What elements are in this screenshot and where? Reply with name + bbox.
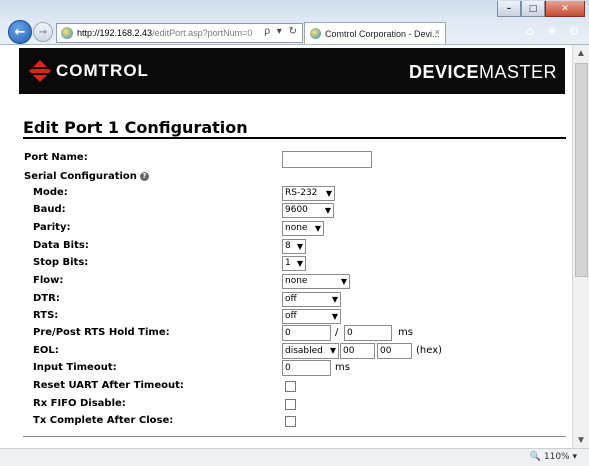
mode-label: Mode:	[33, 187, 68, 198]
mode-select[interactable]: RS-232 ▼	[282, 186, 335, 201]
serial-config-label: Serial Configuration	[24, 171, 137, 182]
parity-select[interactable]: none ▼	[282, 221, 324, 236]
forward-arrow-icon[interactable]: →	[33, 22, 53, 42]
input-timeout-row: Input Timeout: 0 ms	[0, 360, 572, 377]
rts-select[interactable]: off ▼	[282, 309, 341, 324]
minimize-button[interactable]: –	[497, 1, 521, 17]
close-window-button[interactable]: ✕	[545, 1, 585, 17]
dtr-select[interactable]: off ▼	[282, 292, 341, 307]
status-bar: 🔍 110% ▾	[0, 448, 589, 466]
chevron-down-icon: ▼	[340, 277, 347, 286]
eol-hex-unit: (hex)	[416, 345, 443, 356]
chevron-down-icon: ▼	[296, 242, 303, 251]
baud-row: Baud: 9600 ▼	[0, 203, 572, 220]
chevron-down-icon: ▼	[296, 259, 303, 268]
dtr-label: DTR:	[33, 293, 60, 304]
tab-close-icon[interactable]: ×	[435, 27, 440, 37]
form-divider	[23, 436, 566, 437]
maximize-button[interactable]: □	[521, 1, 545, 17]
reset-uart-checkbox[interactable]	[285, 381, 296, 392]
ie-page-icon	[61, 27, 73, 39]
input-timeout-label: Input Timeout:	[33, 362, 117, 373]
data-bits-label: Data Bits:	[33, 240, 89, 251]
scroll-down-icon[interactable]: ▼	[573, 432, 589, 448]
stop-bits-label: Stop Bits:	[33, 257, 89, 268]
help-icon[interactable]: ?	[139, 172, 149, 181]
product-name: DEVICEMASTER	[408, 62, 557, 82]
toolbar-icons: ⌂ ★ ⚙	[523, 24, 581, 38]
gear-icon[interactable]: ⚙	[567, 24, 581, 38]
tx-complete-row: Tx Complete After Close:	[0, 414, 572, 431]
rts-pre-hold-input[interactable]: 0	[282, 325, 331, 341]
eol-byte2-input[interactable]: 00	[377, 343, 412, 359]
address-url: http://192.168.2.43/editPort.asp?portNum…	[77, 28, 253, 38]
header-banner: Comtrol DEVICEMASTER	[19, 48, 565, 94]
parity-row: Parity: none ▼	[0, 221, 572, 238]
chevron-down-icon: ▼	[325, 189, 332, 198]
browser-toolbar: – □ ✕ ← → http://192.168.2.43/editPort.a…	[0, 0, 589, 45]
rts-hold-label: Pre/Post RTS Hold Time:	[33, 327, 170, 338]
input-timeout-input[interactable]: 0	[282, 360, 331, 376]
zoom-icon: 🔍	[529, 452, 541, 462]
title-divider	[23, 137, 566, 139]
page-viewport: Comtrol DEVICEMASTER Edit Port 1 Configu…	[0, 45, 572, 448]
back-arrow-icon[interactable]: ←	[8, 20, 32, 44]
scrollbar-thumb[interactable]	[575, 63, 588, 277]
vertical-scrollbar[interactable]: ▲ ▼	[572, 45, 589, 448]
input-timeout-unit: ms	[335, 362, 350, 373]
parity-label: Parity:	[33, 222, 71, 233]
chevron-down-icon: ▼	[331, 295, 338, 304]
window-controls: – □ ✕	[497, 1, 585, 17]
rx-fifo-label: Rx FIFO Disable:	[33, 398, 126, 409]
chevron-down-icon: ▼	[314, 224, 321, 233]
comtrol-logo-text: Comtrol	[56, 61, 149, 80]
home-icon[interactable]: ⌂	[523, 24, 537, 38]
reset-uart-row: Reset UART After Timeout:	[0, 379, 572, 396]
data-bits-select[interactable]: 8 ▼	[282, 239, 306, 254]
eol-byte1-input[interactable]: 00	[340, 343, 375, 359]
eol-label: EOL:	[33, 345, 59, 356]
ie-page-icon	[310, 28, 321, 39]
chevron-down-icon: ▼	[324, 206, 331, 215]
flow-label: Flow:	[33, 275, 64, 286]
address-bar[interactable]: http://192.168.2.43/editPort.asp?portNum…	[56, 23, 303, 43]
zoom-level[interactable]: 🔍 110% ▾	[530, 452, 577, 462]
star-icon[interactable]: ★	[545, 24, 559, 38]
reset-uart-label: Reset UART After Timeout:	[33, 380, 184, 391]
mode-row: Mode: RS-232 ▼	[0, 186, 572, 203]
page-title: Edit Port 1 Configuration	[23, 118, 248, 137]
serial-config-heading: Serial Configuration?	[0, 170, 572, 187]
rts-label: RTS:	[33, 310, 59, 321]
chevron-down-icon: ▼	[331, 312, 338, 321]
comtrol-logo-mark-icon	[29, 60, 51, 82]
comtrol-logo: Comtrol	[29, 60, 149, 82]
chevron-down-icon: ▼	[329, 346, 336, 355]
rts-row: RTS: off ▼	[0, 309, 572, 326]
tx-complete-label: Tx Complete After Close:	[33, 415, 174, 426]
rx-fifo-row: Rx FIFO Disable:	[0, 397, 572, 414]
tx-complete-checkbox[interactable]	[285, 416, 296, 427]
rts-post-hold-input[interactable]: 0	[344, 325, 392, 341]
rts-hold-separator: /	[335, 327, 339, 338]
rts-hold-unit: ms	[398, 327, 413, 338]
dtr-row: DTR: off ▼	[0, 292, 572, 309]
stop-bits-select[interactable]: 1 ▼	[282, 256, 306, 271]
eol-row: EOL: disabled ▼ 00 00 (hex)	[0, 343, 572, 360]
address-tools[interactable]: ρ ▾ ↻	[264, 26, 299, 37]
port-name-label: Port Name:	[24, 152, 88, 163]
scroll-up-icon[interactable]: ▲	[573, 45, 589, 61]
data-bits-row: Data Bits: 8 ▼	[0, 239, 572, 256]
flow-select[interactable]: none ▼	[282, 274, 350, 289]
baud-label: Baud:	[33, 204, 66, 215]
rx-fifo-checkbox[interactable]	[285, 399, 296, 410]
eol-mode-select[interactable]: disabled ▼	[282, 343, 339, 359]
tab-title: Comtrol Corporation - Devi...	[325, 28, 440, 39]
stop-bits-row: Stop Bits: 1 ▼	[0, 256, 572, 273]
flow-row: Flow: none ▼	[0, 274, 572, 291]
rts-hold-row: Pre/Post RTS Hold Time: 0 / 0 ms	[0, 325, 572, 342]
port-name-input[interactable]	[282, 151, 372, 168]
port-name-row: Port Name:	[0, 151, 572, 168]
browser-tab[interactable]: Comtrol Corporation - Devi... ×	[304, 22, 446, 44]
baud-select[interactable]: 9600 ▼	[282, 203, 334, 218]
